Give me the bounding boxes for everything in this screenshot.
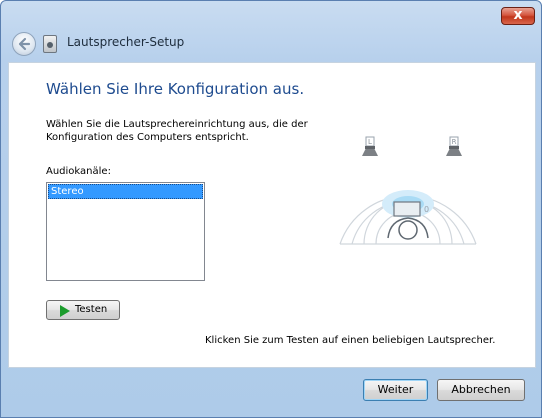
back-arrow-icon [18, 37, 31, 51]
play-icon [60, 305, 70, 317]
test-button[interactable]: Testen [46, 300, 120, 320]
speaker-app-icon [43, 35, 57, 53]
left-speaker[interactable]: L [362, 136, 378, 156]
audio-channels-label: Audiokanäle: [46, 166, 111, 177]
list-item-stereo[interactable]: Stereo [48, 184, 203, 199]
window-title: Lautsprecher-Setup [67, 35, 185, 49]
test-hint-text: Klicken Sie zum Testen auf einen beliebi… [205, 335, 496, 346]
speaker-diagram: L R 0 [339, 136, 477, 245]
close-button[interactable]: x [501, 7, 535, 25]
audio-channels-list[interactable]: Stereo [46, 182, 205, 281]
page-heading: Wählen Sie Ihre Konfiguration aus. [46, 80, 305, 98]
right-speaker-label: R [452, 138, 457, 146]
svg-text:0: 0 [424, 205, 429, 214]
test-button-label: Testen [75, 304, 108, 315]
next-button[interactable]: Weiter [363, 379, 428, 401]
back-button[interactable] [12, 32, 36, 56]
description-text: Wählen Sie die Lautsprechereinrichtung a… [46, 119, 308, 143]
cancel-button[interactable]: Abbrechen [437, 379, 525, 401]
right-speaker[interactable]: R [446, 136, 462, 156]
close-icon: x [513, 7, 523, 23]
left-speaker-label: L [368, 138, 372, 146]
